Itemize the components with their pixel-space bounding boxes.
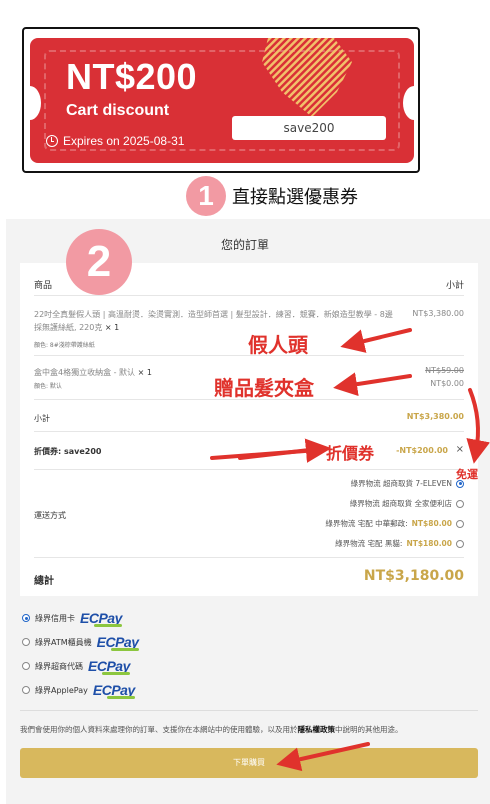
radio-icon[interactable] (456, 519, 464, 528)
subtotal-label: 小計 (34, 414, 50, 423)
order-table: 商品 小計 22吋全真髮假人頭 | 高溫耐燙．染燙實測．造型師首選 | 髮型設計… (20, 263, 478, 596)
shipping-option-post[interactable]: 綠界物流 宅配 中華郵政: NT$80.00 (325, 518, 464, 529)
step-1-text: 直接點選優惠券 (232, 187, 358, 208)
shipping-option-711[interactable]: 綠界物流 超商取貨 7-ELEVEN (351, 478, 464, 489)
header-subtotal: 小計 (445, 281, 464, 291)
privacy-notice: 我們會使用你的個人資料來處理你的訂單、支援你在本網站中的使用體驗，以及用於隱私權… (20, 725, 403, 734)
shipping-label: 運送方式 (34, 511, 66, 520)
payment-option-applepay[interactable]: 綠界ApplePay ECPay (22, 682, 135, 699)
step-1-badge: 1 (186, 176, 226, 216)
payment-option-atm[interactable]: 綠界ATM櫃員機 ECPay (22, 634, 139, 651)
discount-row: 折價券: save200 -NT$200.00 × (34, 432, 464, 470)
ecpay-logo-icon: ECPay (96, 634, 139, 651)
item-price: NT$0.00 (430, 379, 464, 388)
total-row: 總計 NT$3,180.00 (34, 558, 464, 596)
item-meta: 顏色: 默认 (34, 383, 62, 390)
item-name: 22吋全真髮假人頭 | 高溫耐燙．染燙實測．造型師首選 | 髮型設計．練習．競賽… (34, 310, 393, 332)
step-1-callout: 1 直接點選優惠券 (186, 176, 358, 216)
coupon-notch-left (30, 86, 41, 120)
coupon-code[interactable]: save200 (232, 116, 386, 140)
total-label: 總計 (34, 576, 54, 587)
radio-icon[interactable] (22, 638, 30, 646)
radio-icon[interactable] (456, 539, 464, 548)
ecpay-logo-icon: ECPay (92, 682, 135, 699)
radio-icon[interactable] (22, 686, 30, 694)
total-value: NT$3,180.00 (363, 568, 464, 584)
annotation-free-shipping: 免運 (456, 468, 478, 481)
annotation-coupon: 折價券 (326, 444, 375, 463)
payment-option-cvs-code[interactable]: 綠界超商代碼 ECPay (22, 658, 130, 675)
item-meta: 顏色: 8#淺棕帶護絲紙 (34, 342, 95, 349)
discount-label: 折價券: save200 (34, 447, 102, 456)
ecpay-logo-icon: ECPay (80, 610, 122, 627)
item-price: NT$3,380.00 (412, 309, 464, 318)
subtotal-value: NT$3,380.00 (406, 412, 464, 421)
annotation-gift: 贈品髮夾盒 (214, 376, 314, 400)
coupon-card[interactable]: NT$200 Cart discount Expires on 2025-08-… (30, 38, 414, 163)
radio-icon[interactable] (22, 662, 30, 670)
item-original-price: NT$59.00 (425, 366, 464, 375)
radio-icon[interactable] (22, 614, 30, 622)
coupon-amount: NT$200 (66, 56, 198, 97)
privacy-policy-link[interactable]: 隱私權政策 (298, 725, 336, 734)
coupon-decoration-icon (262, 38, 352, 117)
shipping-row: 運送方式 綠界物流 超商取貨 7-ELEVEN 綠界物流 超商取貨 全家便利店 … (34, 470, 464, 558)
clock-icon (46, 135, 58, 147)
ecpay-logo-icon: ECPay (88, 658, 130, 675)
discount-value: -NT$200.00 (396, 446, 448, 455)
coupon-expiry: Expires on 2025-08-31 (46, 134, 184, 148)
coupon-label: Cart discount (66, 102, 170, 119)
radio-icon[interactable] (456, 499, 464, 508)
header-product: 商品 (34, 281, 53, 291)
place-order-button[interactable]: 下單購買 (20, 748, 478, 778)
item-price-block: NT$59.00 NT$0.00 (425, 364, 464, 390)
subtotal-row: 小計 NT$3,380.00 (34, 400, 464, 432)
shipping-option-tcat[interactable]: 綠界物流 宅配 黑貓: NT$180.00 (335, 538, 464, 549)
item-name: 盒中盒4格獨立收納盒 - 默认 × 1 (34, 368, 152, 377)
annotation-wig: 假人頭 (248, 333, 308, 357)
divider (20, 710, 478, 711)
step-2-badge: 2 (66, 229, 132, 295)
remove-coupon-icon[interactable]: × (456, 444, 464, 455)
payment-option-credit[interactable]: 綠界信用卡 ECPay (22, 610, 122, 627)
shipping-option-family[interactable]: 綠界物流 超商取貨 全家便利店 (350, 498, 464, 509)
coupon-expiry-text: Expires on 2025-08-31 (63, 134, 185, 148)
coupon-notch-right (403, 86, 414, 120)
